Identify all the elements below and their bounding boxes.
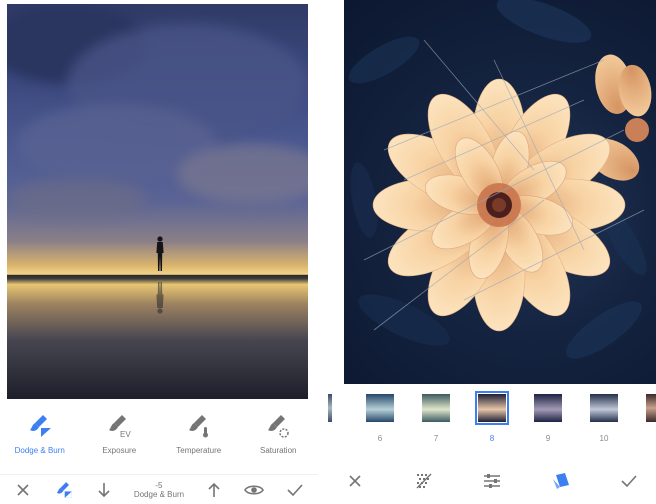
- mask-visibility-button[interactable]: [243, 479, 265, 501]
- tool-label: Exposure: [102, 446, 137, 455]
- brush-value-readout: -5 Dodge & Burn: [134, 481, 184, 499]
- adjust-button[interactable]: [481, 470, 503, 492]
- filter-thumbnail[interactable]: [366, 394, 394, 422]
- decrease-button[interactable]: [93, 479, 115, 501]
- brush-saturation-icon: [268, 415, 289, 438]
- tool-label: Temperature: [176, 446, 222, 455]
- close-button[interactable]: [12, 479, 34, 501]
- filter-number: 10: [599, 434, 609, 443]
- style-swatch-icon: [552, 473, 569, 489]
- dahlia-flower-illustration: [348, 0, 652, 359]
- dodge-burn-tool[interactable]: Dodge & Burn: [5, 412, 75, 455]
- brush-mode-button[interactable]: [53, 479, 75, 501]
- bottom-bar: -5 Dodge & Burn: [0, 474, 318, 504]
- person-silhouette: [156, 236, 164, 271]
- close-icon: [17, 483, 29, 496]
- checkmark-icon: [621, 475, 637, 488]
- eye-icon: [244, 484, 265, 495]
- saturation-tool[interactable]: Saturation: [243, 412, 313, 455]
- flower-photo[interactable]: [344, 0, 656, 384]
- filter-thumbnail[interactable]: [534, 394, 562, 422]
- tool-label: Saturation: [260, 446, 297, 455]
- brush-tool-row: Dodge & Burn EV Exposure Temperature Sat…: [0, 400, 318, 470]
- brush-dodge-burn-icon: [29, 415, 51, 437]
- arrow-up-icon: [208, 482, 220, 497]
- main-dahlia: [372, 78, 626, 332]
- random-style-button[interactable]: [413, 470, 435, 492]
- close-button[interactable]: [344, 470, 366, 492]
- sliders-icon: [484, 474, 500, 488]
- brush-value: -5: [155, 480, 163, 490]
- filter-thumbnail[interactable]: [422, 394, 450, 422]
- tool-label: Dodge & Burn: [14, 446, 65, 455]
- svg-text:EV: EV: [120, 430, 131, 439]
- filter-thumbnail-partial[interactable]: [328, 394, 332, 422]
- style-button[interactable]: [550, 470, 572, 492]
- brush-icon: [56, 481, 72, 498]
- bottom-bar: [328, 458, 656, 504]
- filter-thumbnail-selected[interactable]: [475, 391, 509, 425]
- filter-thumbnail-partial[interactable]: [646, 394, 656, 422]
- texture-shuffle-icon: [416, 473, 431, 489]
- brush-tool-name: Dodge & Burn: [133, 489, 185, 499]
- filter-thumbnail[interactable]: [590, 394, 618, 422]
- arrow-down-icon: [98, 482, 110, 497]
- increase-button[interactable]: [203, 479, 225, 501]
- filter-number: 7: [433, 434, 439, 443]
- left-screen: Dodge & Burn EV Exposure Temperature Sat…: [0, 0, 318, 504]
- filter-number-selected: 8: [489, 434, 495, 443]
- right-screen: 6 7 8 9 10: [328, 0, 656, 504]
- beach-silhouette-photo[interactable]: [7, 4, 308, 399]
- filter-number: 6: [377, 434, 383, 443]
- cloud: [7, 179, 147, 219]
- exposure-tool[interactable]: EV Exposure: [84, 412, 154, 455]
- person-reflection: [156, 282, 164, 314]
- brush-exposure-icon: EV: [109, 415, 132, 439]
- filter-strip: 6 7 8 9 10: [328, 390, 656, 446]
- apply-button[interactable]: [618, 470, 640, 492]
- filter-number: 9: [545, 434, 551, 443]
- apply-button[interactable]: [284, 479, 306, 501]
- cloud: [177, 144, 308, 204]
- brush-temperature-icon: [188, 415, 208, 438]
- close-icon: [349, 475, 361, 487]
- temperature-tool[interactable]: Temperature: [164, 412, 234, 455]
- checkmark-icon: [287, 483, 303, 496]
